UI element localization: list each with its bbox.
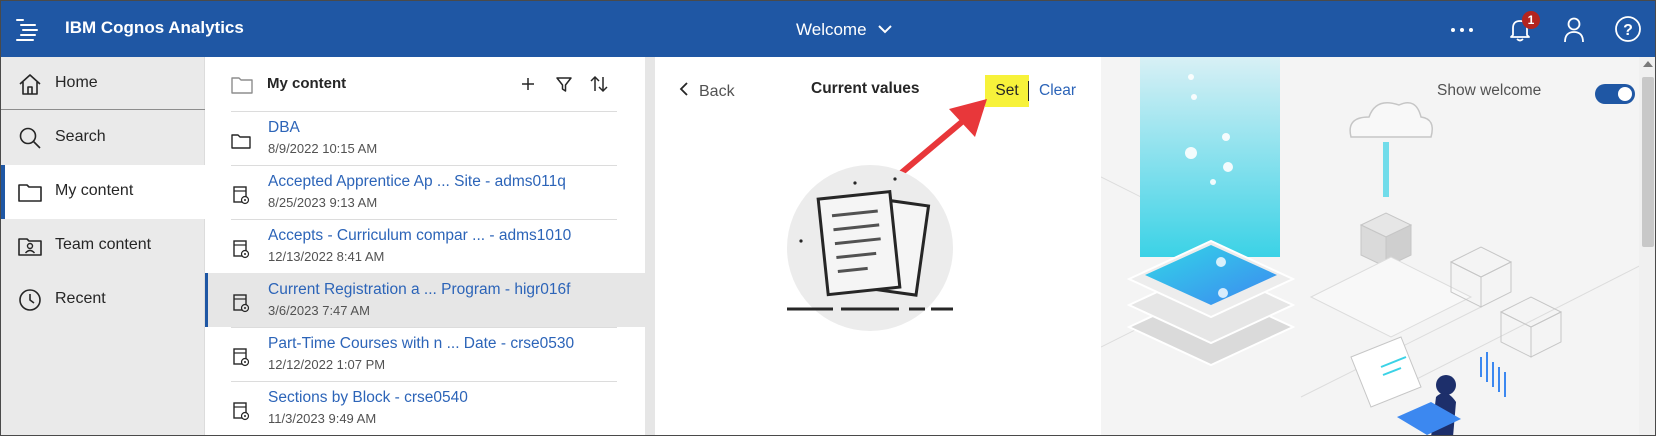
content-row-report[interactable]: Sections by Block - crse0540 11/3/2023 9… [205,381,645,435]
content-item-date: 8/9/2022 10:15 AM [268,141,378,156]
filter-icon[interactable] [553,73,575,95]
row-separator [231,111,617,112]
back-button[interactable]: Back [679,81,735,102]
welcome-panel: Show welcome [1101,57,1655,435]
report-icon [231,347,251,367]
report-icon [231,293,251,313]
chevron-left-icon [679,81,689,102]
content-row-dba[interactable]: DBA 8/9/2022 10:15 AM [205,111,645,165]
nav-label-team-content: Team content [55,236,152,253]
toggle-knob [1618,87,1632,101]
nav-label-home: Home [55,74,98,91]
add-icon[interactable] [517,73,539,95]
show-welcome-toggle[interactable] [1595,84,1635,104]
content-row-report[interactable]: Accepts - Curriculum compar ... - adms10… [205,219,645,273]
sort-icon[interactable] [588,73,610,95]
search-icon [17,125,43,151]
my-content-panel: My content DBA 8/9/2022 10:15 AM Accepte… [205,57,645,435]
nav-item-my-content[interactable]: My content [1,165,205,219]
welcome-switcher-label: Welcome [796,20,867,39]
nav-item-search[interactable]: Search [1,111,205,165]
back-label: Back [699,82,735,100]
clock-icon [17,287,43,313]
content-item-name[interactable]: Accepts - Curriculum compar ... - adms10… [268,227,571,245]
report-icon [231,401,251,421]
page-scrollbar[interactable] [1639,57,1655,435]
nav-label-my-content: My content [55,182,134,199]
content-item-name[interactable]: DBA [268,119,300,137]
overflow-menu-icon[interactable] [1447,14,1477,44]
nav-item-team-content[interactable]: Team content [1,219,205,273]
content-item-date: 12/13/2022 8:41 AM [268,249,385,264]
nav-item-recent[interactable]: Recent [1,273,205,327]
row-separator [231,219,617,220]
scroll-up-icon[interactable] [1643,61,1653,67]
nav-label-search: Search [55,128,106,145]
show-welcome-label: Show welcome [1437,82,1542,99]
current-values-panel: Back Current values Set Clear [655,57,1101,435]
content-item-name[interactable]: Current Registration a ... Program - hig… [268,281,570,299]
button-separator [1028,81,1029,101]
content-item-date: 3/6/2023 7:47 AM [268,303,370,318]
welcome-illustration [1101,57,1655,435]
svg-text:?: ? [1623,22,1633,39]
content-item-name[interactable]: Sections by Block - crse0540 [268,389,468,407]
content-row-report-selected[interactable]: Current Registration a ... Program - hig… [205,273,645,327]
nav-item-home[interactable]: Home [1,57,205,111]
team-folder-icon [17,233,43,259]
chevron-down-icon [877,20,893,40]
report-icon [231,239,251,259]
report-icon [231,185,251,205]
notification-badge: 1 [1522,11,1540,29]
clear-button[interactable]: Clear [1039,82,1076,100]
help-icon[interactable]: ? [1613,14,1643,44]
my-content-header: My content [205,57,645,111]
content-item-date: 12/12/2022 1:07 PM [268,357,386,372]
content-item-name[interactable]: Part-Time Courses with n ... Date - crse… [268,335,574,353]
scrollbar-thumb[interactable] [1642,77,1654,247]
empty-documents-illustration [787,165,953,331]
top-bar: IBM Cognos Analytics Welcome 1 ? [1,1,1655,57]
row-separator [231,165,617,166]
folder-icon [17,179,43,205]
content-row-report[interactable]: Part-Time Courses with n ... Date - crse… [205,327,645,381]
home-icon [17,71,43,97]
content-item-date: 11/3/2023 9:49 AM [268,411,377,426]
left-navigation: Home Search My content Team content Rece… [1,57,205,435]
menu-icon[interactable] [13,15,43,43]
row-separator [231,381,617,382]
content-item-date: 8/25/2023 9:13 AM [268,195,378,210]
user-icon[interactable] [1559,14,1589,44]
folder-icon [231,131,251,151]
content-row-report[interactable]: Accepted Apprentice Ap ... Site - adms01… [205,165,645,219]
nav-divider [1,109,205,110]
row-separator [231,327,617,328]
app-window: IBM Cognos Analytics Welcome 1 ? Home Se… [0,0,1656,436]
nav-label-recent: Recent [55,290,106,307]
app-title: IBM Cognos Analytics [65,18,244,37]
panel-divider [645,57,655,435]
welcome-switcher[interactable]: Welcome [796,17,893,43]
folder-icon [231,75,253,95]
content-item-name[interactable]: Accepted Apprentice Ap ... Site - adms01… [268,173,566,191]
panel-title: My content [267,75,347,92]
